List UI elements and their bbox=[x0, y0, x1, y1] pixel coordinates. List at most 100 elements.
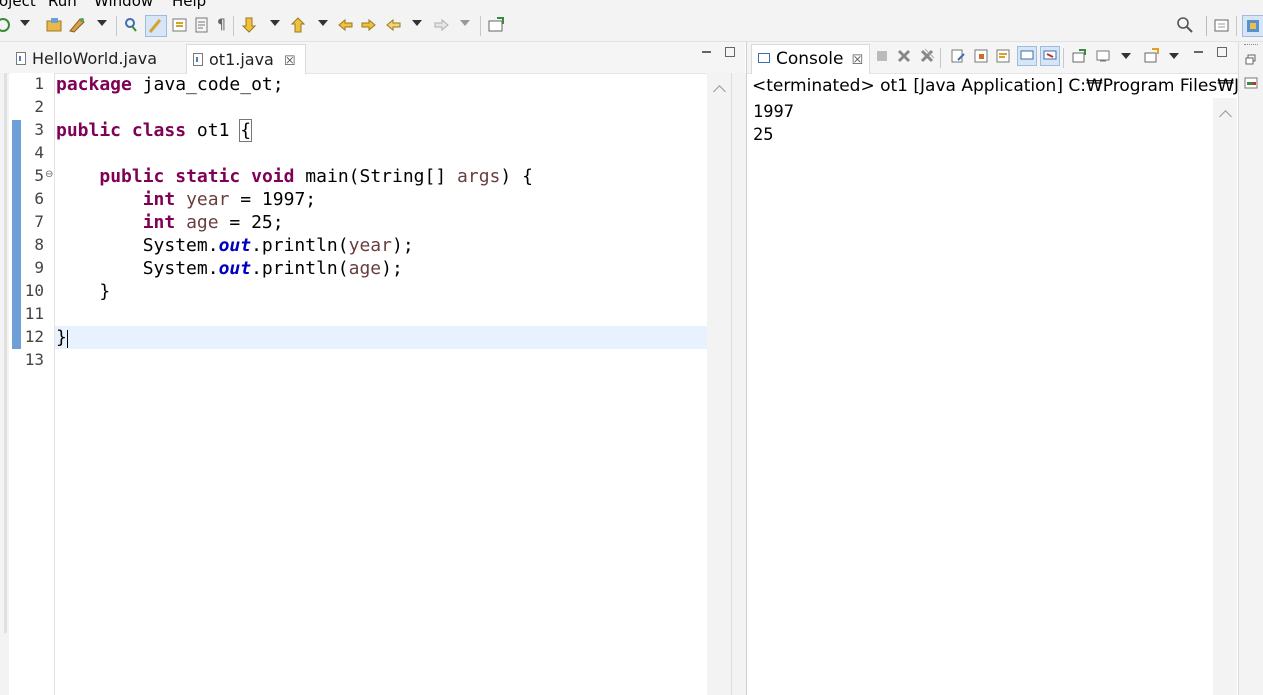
tab-ot1-java[interactable]: ot1.java ☒ bbox=[186, 44, 306, 74]
menu-bar: oject Run Window Help bbox=[0, 0, 1263, 10]
tab-label: HelloWorld.java bbox=[32, 49, 158, 68]
remove-all-terminated-icon[interactable] bbox=[919, 48, 935, 64]
display-selected-console-icon[interactable] bbox=[1095, 48, 1111, 64]
line-number: 9 bbox=[34, 258, 44, 277]
problems-view-icon[interactable] bbox=[1244, 76, 1258, 90]
chevron-down-icon[interactable] bbox=[20, 20, 30, 26]
scroll-lock-icon[interactable] bbox=[973, 48, 989, 64]
restore-icon[interactable] bbox=[1245, 54, 1257, 66]
line-number-ruler: 1 2 3 4 5 ⊖ 6 7 8 9 10 11 12 13 bbox=[21, 73, 55, 695]
line-number: 5 bbox=[34, 166, 44, 185]
chevron-down-icon[interactable] bbox=[1121, 53, 1131, 59]
console-icon bbox=[758, 53, 770, 63]
menu-window[interactable]: Window bbox=[94, 0, 153, 10]
show-whitespace-icon[interactable] bbox=[193, 16, 211, 34]
code-line-5: public static void main(String[] args) { bbox=[99, 166, 533, 187]
chevron-down-icon[interactable] bbox=[460, 20, 470, 26]
new-java-project-icon[interactable] bbox=[46, 16, 64, 34]
line-number: 13 bbox=[24, 350, 44, 369]
java-perspective-icon[interactable] bbox=[1242, 15, 1263, 37]
editor-tab-bar: HelloWorld.java ot1.java ☒ bbox=[0, 42, 745, 74]
menu-help[interactable]: Help bbox=[172, 0, 206, 10]
java-editor: HelloWorld.java ot1.java ☒ 1 2 3 4 5 ⊖ 6 … bbox=[0, 42, 746, 695]
maximize-icon[interactable] bbox=[725, 47, 735, 57]
chevron-down-icon[interactable] bbox=[412, 20, 422, 26]
chevron-up-icon[interactable] bbox=[713, 85, 726, 98]
close-icon[interactable]: ☒ bbox=[284, 54, 296, 69]
search-icon-small[interactable] bbox=[122, 16, 140, 34]
chevron-down-icon[interactable] bbox=[270, 20, 280, 26]
line-number: 1 bbox=[34, 74, 44, 93]
right-trim-stack bbox=[1238, 42, 1263, 695]
java-file-icon bbox=[193, 53, 203, 66]
close-icon[interactable]: ☒ bbox=[852, 53, 864, 68]
console-output-line: 1997 bbox=[753, 102, 794, 122]
code-line-8: System.out.println(year); bbox=[142, 235, 414, 256]
minimize-icon[interactable] bbox=[702, 51, 711, 53]
chevron-down-icon[interactable] bbox=[318, 20, 328, 26]
line-number: 12 bbox=[24, 327, 44, 346]
pin-console-icon[interactable] bbox=[1071, 48, 1087, 64]
code-text-area[interactable]: package java_code_ot; public class ot1 {… bbox=[55, 73, 707, 695]
tab-label: ot1.java bbox=[209, 50, 274, 69]
code-line-1: package java_code_ot; bbox=[56, 74, 284, 95]
last-edit-location-icon[interactable] bbox=[337, 16, 355, 34]
console-view: Console ☒ <terminated> ot1 [Java Applicat… bbox=[746, 42, 1239, 695]
toggle-block-select-icon[interactable] bbox=[171, 16, 189, 34]
minimize-icon[interactable] bbox=[1194, 51, 1203, 53]
previous-annotation-icon[interactable] bbox=[289, 16, 307, 34]
toolbar-separator bbox=[940, 48, 941, 68]
tab-helloworld-java[interactable]: HelloWorld.java bbox=[10, 44, 186, 73]
code-line-9: System.out.println(age); bbox=[142, 258, 403, 279]
code-line-10: } bbox=[56, 281, 111, 302]
change-marker bbox=[12, 120, 21, 349]
remove-launch-icon[interactable] bbox=[897, 49, 911, 63]
chevron-up-icon[interactable] bbox=[1219, 110, 1232, 123]
open-console-icon[interactable] bbox=[487, 16, 505, 34]
toolbar-separator bbox=[1206, 16, 1207, 36]
open-console-icon[interactable] bbox=[1143, 48, 1159, 64]
toolbar-separator bbox=[480, 16, 481, 36]
console-process-label: <terminated> ot1 [Java Application] C:₩P… bbox=[752, 76, 1239, 96]
matching-bracket: { bbox=[239, 119, 253, 142]
toggle-mark-occurrences-icon[interactable] bbox=[145, 15, 167, 37]
back-icon[interactable] bbox=[385, 16, 403, 34]
menu-project[interactable]: oject bbox=[0, 0, 36, 10]
line-number: 2 bbox=[34, 97, 44, 116]
trim-handle[interactable] bbox=[1244, 44, 1258, 46]
code-line-12: } bbox=[56, 327, 67, 348]
word-wrap-icon[interactable] bbox=[995, 48, 1011, 64]
refresh-icon[interactable] bbox=[0, 16, 12, 34]
change-ruler bbox=[10, 73, 21, 695]
console-tab-label: Console bbox=[776, 49, 844, 69]
view-sash[interactable] bbox=[731, 73, 746, 695]
terminate-icon[interactable] bbox=[875, 49, 889, 63]
editor-vertical-scrollbar[interactable] bbox=[707, 73, 731, 695]
next-annotation-icon[interactable] bbox=[240, 16, 258, 34]
search-icon[interactable] bbox=[1176, 16, 1194, 34]
line-number: 10 bbox=[24, 281, 44, 300]
console-vertical-scrollbar[interactable] bbox=[1213, 98, 1237, 695]
open-perspective-icon[interactable] bbox=[1213, 16, 1231, 34]
current-line-highlight bbox=[55, 326, 707, 349]
menu-run[interactable]: Run bbox=[48, 0, 77, 10]
line-number: 8 bbox=[34, 235, 44, 254]
tab-console[interactable]: Console ☒ bbox=[751, 44, 871, 74]
code-line-3: public class ot1 { bbox=[56, 119, 253, 142]
code-line-6: int year = 1997; bbox=[142, 189, 317, 210]
console-output-line: 25 bbox=[753, 125, 774, 145]
show-console-stdout-icon[interactable] bbox=[1017, 46, 1037, 66]
toolbar-separator bbox=[1063, 48, 1064, 68]
toolbar-separator bbox=[233, 16, 234, 36]
line-number: 6 bbox=[34, 189, 44, 208]
left-trim bbox=[0, 73, 9, 695]
show-console-stderr-icon[interactable] bbox=[1040, 46, 1060, 66]
last-edit-location-icon[interactable] bbox=[359, 16, 377, 34]
toolbar-separator bbox=[116, 16, 117, 36]
chevron-down-icon[interactable] bbox=[97, 20, 107, 26]
open-type-icon[interactable] bbox=[68, 16, 86, 34]
clear-console-icon[interactable] bbox=[950, 48, 966, 64]
chevron-down-icon[interactable] bbox=[1169, 53, 1179, 59]
maximize-icon[interactable] bbox=[1217, 47, 1227, 57]
fold-collapse-icon[interactable]: ⊖ bbox=[45, 169, 53, 180]
